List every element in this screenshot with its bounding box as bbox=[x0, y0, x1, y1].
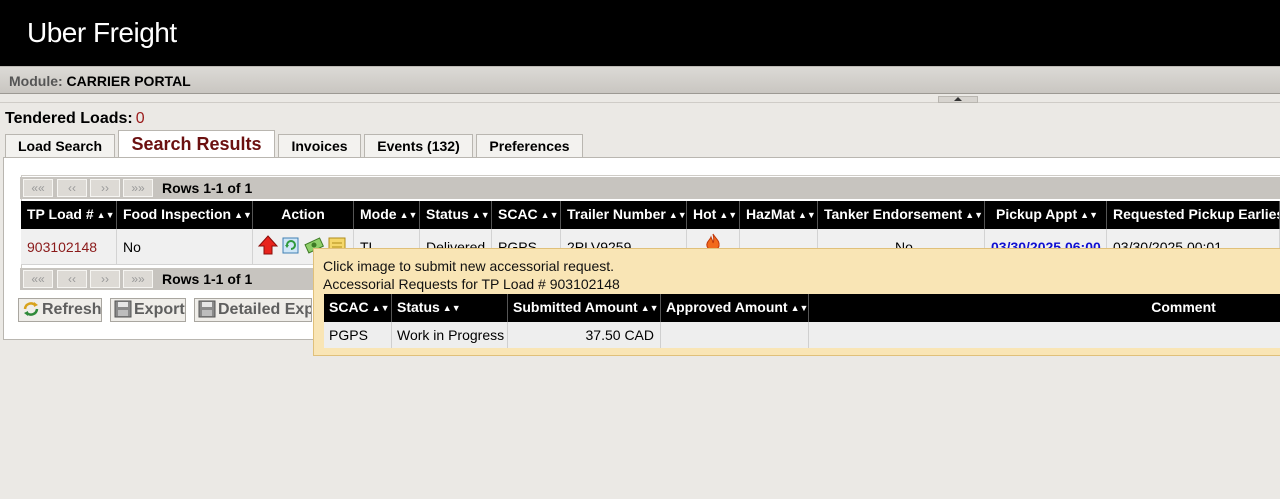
module-bar: Module: CARRIER PORTAL bbox=[0, 66, 1280, 94]
floppy-disk-icon bbox=[198, 300, 216, 318]
top-bar: Uber Freight bbox=[0, 0, 1280, 66]
tendered-label: Tendered Loads: bbox=[5, 110, 133, 127]
col-tanker-endorsement[interactable]: Tanker Endorsement ▲▼ bbox=[818, 201, 985, 229]
popup-col-approved[interactable]: Approved Amount ▲▼ bbox=[661, 294, 809, 322]
sort-icon: ▲▼ bbox=[798, 210, 816, 220]
detailed-export-button[interactable]: Detailed Export bbox=[194, 298, 312, 322]
sort-icon: ▲▼ bbox=[640, 303, 659, 313]
popup-instruction: Click image to submit new accessorial re… bbox=[323, 258, 615, 274]
col-tp-load[interactable]: TP Load # ▲▼ bbox=[21, 201, 117, 229]
table-row-food-inspection: No bbox=[117, 229, 253, 265]
sort-icon: ▲▼ bbox=[1080, 210, 1098, 220]
sort-icon: ▲▼ bbox=[668, 210, 687, 220]
popup-row-scac: PGPS bbox=[324, 322, 392, 348]
popup-row-status: Work in Progress bbox=[392, 322, 508, 348]
sort-icon: ▲▼ bbox=[234, 210, 252, 220]
col-pickup-appt[interactable]: Pickup Appt ▲▼ bbox=[985, 201, 1107, 229]
tab-search-results[interactable]: Search Results bbox=[118, 130, 275, 158]
floppy-disk-icon bbox=[114, 300, 132, 318]
next-page-button[interactable]: ›› bbox=[90, 179, 120, 197]
prev-page-button[interactable]: ‹‹ bbox=[57, 270, 87, 288]
module-label-text: Module: bbox=[9, 73, 63, 89]
tab-load-search[interactable]: Load Search bbox=[5, 134, 115, 158]
refresh-button[interactable]: Refresh bbox=[18, 298, 102, 322]
col-status[interactable]: Status ▲▼ bbox=[420, 201, 492, 229]
refresh-icon bbox=[23, 301, 39, 316]
col-mode[interactable]: Mode ▲▼ bbox=[354, 201, 420, 229]
popup-row-submitted: 37.50 CAD bbox=[508, 322, 661, 348]
sort-icon: ▲▼ bbox=[371, 303, 390, 313]
first-page-button[interactable]: «« bbox=[23, 179, 53, 197]
popup-col-comment: Comment bbox=[809, 294, 1280, 322]
module-label: Module: CARRIER PORTAL bbox=[9, 73, 191, 89]
module-value: CARRIER PORTAL bbox=[66, 73, 191, 89]
tab-events[interactable]: Events (132) bbox=[364, 134, 473, 158]
popup-title: Accessorial Requests for TP Load # 90310… bbox=[323, 276, 620, 292]
accessorial-popup: Click image to submit new accessorial re… bbox=[313, 248, 1280, 356]
col-action: Action bbox=[253, 201, 354, 229]
tendered-count[interactable]: 0 bbox=[136, 110, 145, 127]
last-page-button[interactable]: »» bbox=[123, 270, 153, 288]
tab-invoices[interactable]: Invoices bbox=[278, 134, 361, 158]
upload-arrow-icon[interactable] bbox=[258, 235, 278, 255]
refresh-doc-icon[interactable] bbox=[281, 235, 301, 255]
tendered-loads: Tendered Loads: 0 bbox=[5, 110, 145, 128]
collapse-up-icon[interactable] bbox=[938, 96, 978, 103]
col-requested-pickup[interactable]: Requested Pickup Earlies bbox=[1107, 201, 1280, 229]
popup-col-scac[interactable]: SCAC ▲▼ bbox=[324, 294, 392, 322]
col-food-inspection[interactable]: Food Inspection ▲▼ bbox=[117, 201, 253, 229]
last-page-button[interactable]: »» bbox=[123, 179, 153, 197]
popup-row-approved bbox=[661, 322, 809, 348]
next-page-button[interactable]: ›› bbox=[90, 270, 120, 288]
export-button[interactable]: Export bbox=[110, 298, 186, 322]
rows-count: Rows 1-1 of 1 bbox=[162, 271, 253, 287]
first-page-button[interactable]: «« bbox=[23, 270, 53, 288]
sort-icon: ▲▼ bbox=[96, 210, 115, 220]
col-trailer-number[interactable]: Trailer Number ▲▼ bbox=[561, 201, 687, 229]
table-row-tp-load[interactable]: 903102148 bbox=[21, 229, 117, 265]
sort-icon: ▲▼ bbox=[719, 210, 738, 220]
sort-icon: ▲▼ bbox=[965, 210, 984, 220]
rows-count: Rows 1-1 of 1 bbox=[162, 180, 253, 196]
tp-load-link[interactable]: 903102148 bbox=[27, 239, 97, 255]
popup-col-status[interactable]: Status ▲▼ bbox=[392, 294, 508, 322]
pager-top: «« ‹‹ ›› »» Rows 1-1 of 1 bbox=[20, 177, 1280, 199]
tab-preferences[interactable]: Preferences bbox=[476, 134, 583, 158]
sort-icon: ▲▼ bbox=[399, 210, 418, 220]
popup-row-comment bbox=[809, 322, 1280, 348]
sort-icon: ▲▼ bbox=[540, 210, 559, 220]
popup-col-submitted[interactable]: Submitted Amount ▲▼ bbox=[508, 294, 661, 322]
col-hazmat[interactable]: HazMat ▲▼ bbox=[740, 201, 818, 229]
sort-icon: ▲▼ bbox=[790, 303, 809, 313]
col-scac[interactable]: SCAC ▲▼ bbox=[492, 201, 561, 229]
sort-icon: ▲▼ bbox=[442, 303, 461, 313]
collapse-strip bbox=[0, 94, 1280, 103]
sort-icon: ▲▼ bbox=[471, 210, 490, 220]
col-hot[interactable]: Hot ▲▼ bbox=[687, 201, 740, 229]
brand-logo: Uber Freight bbox=[27, 17, 177, 48]
prev-page-button[interactable]: ‹‹ bbox=[57, 179, 87, 197]
